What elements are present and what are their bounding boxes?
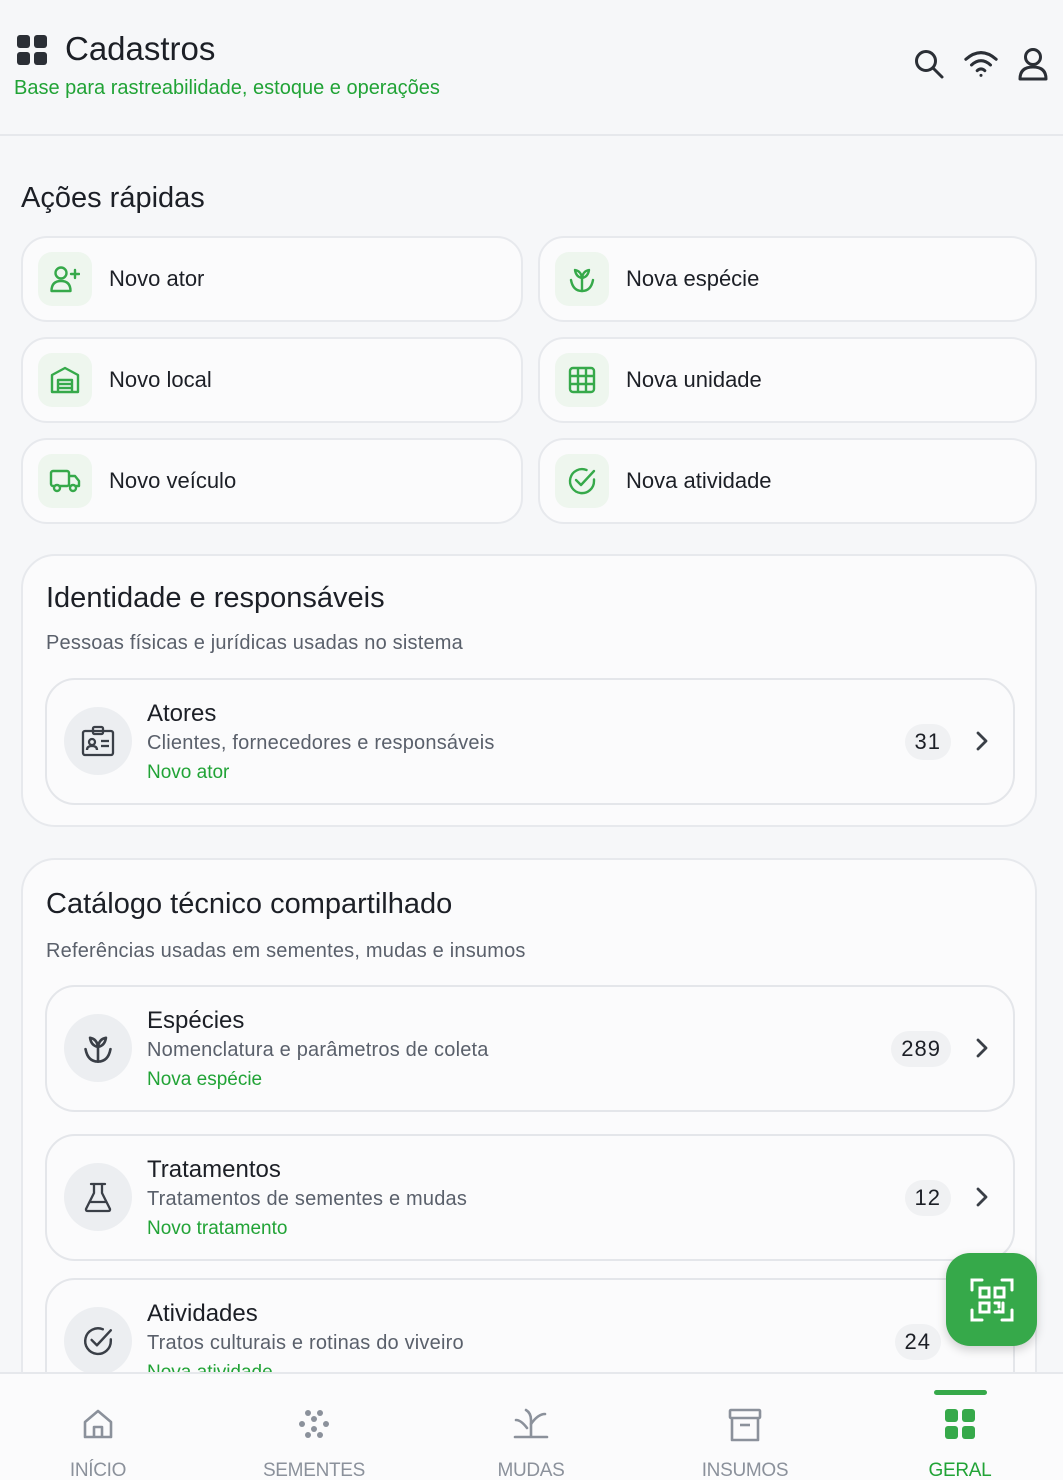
quick-actions-title: Ações rápidas: [21, 182, 205, 214]
archive-icon: [728, 1408, 762, 1442]
nav-tab-label: INÍCIO: [69, 1460, 127, 1480]
id-card-icon: [64, 707, 132, 775]
scan-qr-button[interactable]: [946, 1253, 1037, 1346]
nav-tab-sementes[interactable]: SEMENTES: [234, 1374, 394, 1480]
new-actor-link[interactable]: Novo ator: [147, 762, 229, 784]
grid-table-icon: [555, 353, 609, 407]
list-item-description: Tratamentos de sementes e mudas: [147, 1188, 468, 1210]
quick-action-label: Novo veículo: [109, 468, 237, 493]
chevron-right-icon: [975, 1037, 989, 1059]
quick-action-new-unit[interactable]: Nova unidade: [538, 337, 1037, 423]
chevron-right-icon: [975, 1186, 989, 1208]
section-subtitle: Pessoas físicas e jurídicas usadas no si…: [46, 632, 463, 654]
nav-tab-label: INSUMOS: [701, 1460, 789, 1480]
home-icon: [81, 1408, 115, 1440]
list-item-description: Nomenclatura e parâmetros de coleta: [147, 1039, 489, 1061]
quick-action-label: Nova espécie: [626, 266, 760, 291]
chevron-right-icon: [975, 730, 989, 752]
connection-status[interactable]: [963, 44, 999, 84]
user-icon: [1018, 48, 1048, 81]
page-subtitle: Base para rastreabilidade, estoque e ope…: [14, 77, 440, 99]
check-circle-icon: [64, 1307, 132, 1375]
count-badge: 289: [891, 1031, 951, 1067]
nav-tab-inicio[interactable]: INÍCIO: [18, 1374, 178, 1480]
section-title: Identidade e responsáveis: [46, 582, 385, 614]
quick-action-new-location[interactable]: Novo local: [21, 337, 523, 423]
profile-button[interactable]: [1015, 44, 1051, 84]
quick-action-label: Novo local: [109, 367, 212, 392]
list-item-description: Tratos culturais e rotinas do viveiro: [147, 1332, 464, 1354]
count-badge: 12: [904, 1180, 951, 1216]
quick-action-label: Novo ator: [109, 266, 205, 291]
nav-tab-label: MUDAS: [497, 1460, 565, 1480]
identity-section: Identidade e responsáveis Pessoas física…: [21, 554, 1037, 827]
search-button[interactable]: [911, 44, 947, 84]
count-badge: 24: [894, 1324, 941, 1360]
list-item-title: Espécies: [147, 1007, 245, 1034]
quick-action-new-actor[interactable]: Novo ator: [21, 236, 523, 322]
sprout-icon: [64, 1014, 132, 1082]
list-item-treatments[interactable]: Tratamentos Tratamentos de sementes e mu…: [45, 1134, 1015, 1261]
nav-tab-geral[interactable]: GERAL: [880, 1374, 1040, 1480]
section-subtitle: Referências usadas em sementes, mudas e …: [46, 940, 526, 962]
list-item-title: Atividades: [147, 1300, 258, 1327]
new-species-link[interactable]: Nova espécie: [147, 1069, 262, 1091]
page-title: Cadastros: [65, 30, 216, 67]
catalog-section: Catálogo técnico compartilhado Referênci…: [21, 858, 1037, 1418]
bottom-navigation: INÍCIO SEMENTES MUDAS INSUMOS GERAL: [0, 1372, 1063, 1480]
flask-icon: [64, 1163, 132, 1231]
sprout-icon: [555, 252, 609, 306]
qr-code-icon: [970, 1278, 1013, 1321]
quick-action-label: Nova atividade: [626, 468, 772, 493]
wifi-icon: [964, 51, 998, 77]
quick-action-new-species[interactable]: Nova espécie: [538, 236, 1037, 322]
grid-icon: [944, 1408, 976, 1440]
seeds-icon: [298, 1408, 330, 1440]
section-title: Catálogo técnico compartilhado: [46, 888, 453, 920]
seedling-icon: [512, 1408, 550, 1440]
check-circle-icon: [555, 454, 609, 508]
list-item-species[interactable]: Espécies Nomenclatura e parâmetros de co…: [45, 985, 1015, 1112]
nav-tab-label: GERAL: [928, 1460, 992, 1480]
count-badge: 31: [904, 724, 951, 760]
nav-tab-insumos[interactable]: INSUMOS: [665, 1374, 825, 1480]
search-icon: [915, 50, 944, 79]
list-item-actors[interactable]: Atores Clientes, fornecedores e responsá…: [45, 678, 1015, 805]
list-item-title: Tratamentos: [147, 1156, 281, 1183]
quick-action-new-activity[interactable]: Nova atividade: [538, 438, 1037, 524]
user-plus-icon: [38, 252, 92, 306]
warehouse-icon: [38, 353, 92, 407]
new-treatment-link[interactable]: Novo tratamento: [147, 1218, 287, 1240]
nav-tab-label: SEMENTES: [262, 1460, 366, 1480]
nav-tab-mudas[interactable]: MUDAS: [451, 1374, 611, 1480]
quick-action-label: Nova unidade: [626, 367, 762, 392]
truck-icon: [38, 454, 92, 508]
list-item-title: Atores: [147, 700, 217, 727]
list-item-description: Clientes, fornecedores e responsáveis: [147, 732, 495, 754]
app-header: Cadastros Base para rastreabilidade, est…: [0, 0, 1063, 136]
quick-action-new-vehicle[interactable]: Novo veículo: [21, 438, 523, 524]
grid-icon: [16, 34, 48, 66]
